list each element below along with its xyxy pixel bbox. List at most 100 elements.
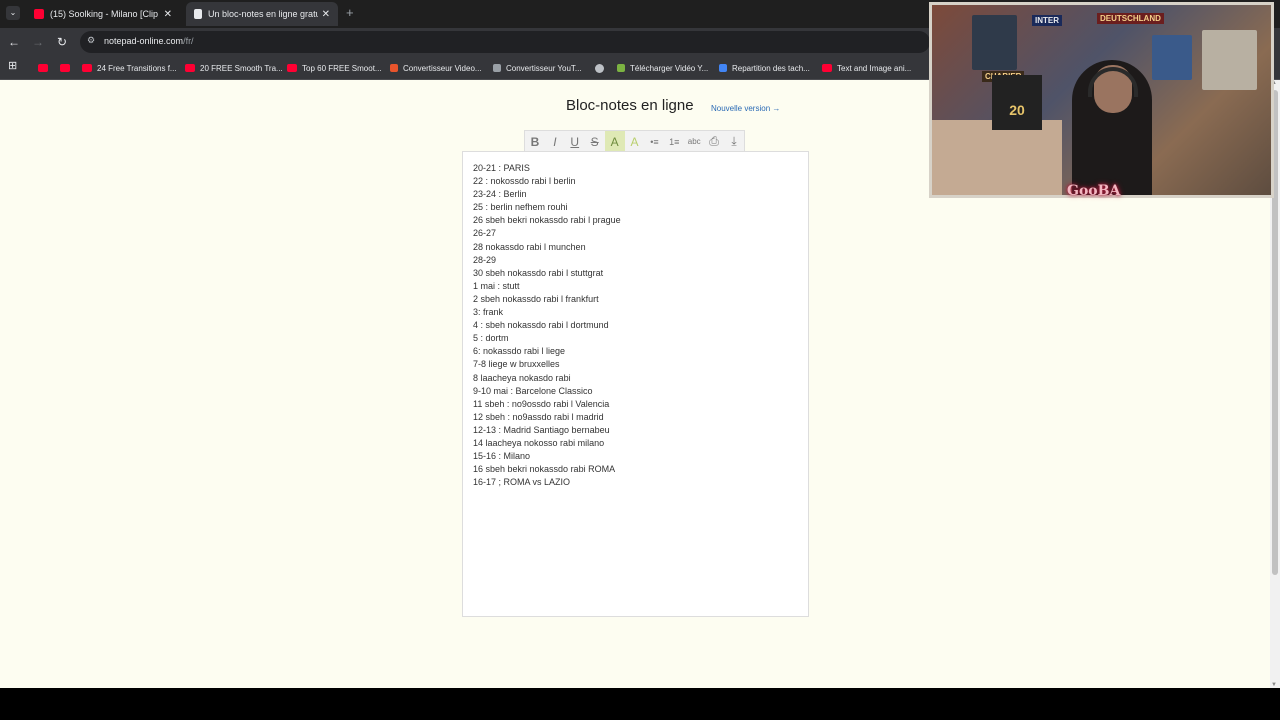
strikethrough-button[interactable]: S	[585, 131, 605, 152]
bookmark-label: Télécharger Vidéo Y...	[630, 63, 709, 73]
bookmark-item[interactable]: Repartition des tach...	[719, 61, 810, 75]
url-path: /fr/	[183, 36, 194, 46]
note-line[interactable]: 12 sbeh : no9assdo rabi l madrid	[473, 411, 621, 424]
bookmark-label: Repartition des tach...	[732, 63, 810, 73]
spellcheck-button[interactable]: abc	[684, 131, 704, 152]
globe-icon	[595, 63, 604, 73]
bookmark-label: Text and Image ani...	[837, 63, 912, 73]
wall-sign: DEUTSCHLAND	[1097, 13, 1164, 24]
highlight-button[interactable]: A	[604, 131, 625, 152]
back-button[interactable]: ←	[6, 34, 22, 50]
download-button[interactable]: ⤓	[724, 131, 744, 152]
docs-icon	[719, 64, 727, 72]
bold-button[interactable]: B	[525, 131, 545, 152]
text-color-button[interactable]: A	[625, 131, 645, 152]
url-host: notepad-online.com	[104, 36, 184, 46]
omnibox[interactable]: ⚙ notepad-online.com/fr/	[80, 31, 930, 53]
note-line[interactable]: 14 laacheya nokosso rabi milano	[473, 437, 621, 450]
site-info-icon[interactable]: ⚙	[87, 35, 95, 46]
note-line[interactable]: 6: nokassdo rabi l liege	[473, 345, 621, 358]
wall-sign: INTER	[1032, 15, 1062, 26]
bookmark-item[interactable]	[60, 61, 75, 75]
bookmark-item[interactable]: Top 60 FREE Smoot...	[287, 61, 382, 75]
page-title: Bloc-notes en ligne	[566, 97, 694, 114]
apps-grid-icon[interactable]: ⊞	[8, 60, 20, 72]
poster-image	[1152, 35, 1192, 80]
note-line[interactable]: 26 sbeh bekri nokassdo rabi l prague	[473, 214, 621, 227]
bookmark-item[interactable]: 20 FREE Smooth Tra...	[185, 61, 283, 75]
bookmark-label: Top 60 FREE Smoot...	[302, 63, 382, 73]
tab-notepad[interactable]: Un bloc-notes en ligne gratuit, pratique…	[186, 2, 338, 26]
note-line[interactable]: 4 : sbeh nokassdo rabi l dortmund	[473, 319, 621, 332]
youtube-icon	[38, 64, 48, 72]
notepad-editor[interactable]: 20-21 : PARIS 22 : nokossdo rabi l berlin…	[462, 151, 809, 617]
new-tab-button[interactable]: +	[346, 6, 354, 20]
poster-image	[972, 15, 1017, 70]
note-line[interactable]: 5 : dortm	[473, 332, 621, 345]
bookmark-item[interactable]: Convertisseur Video...	[390, 61, 482, 75]
youtube-icon	[287, 64, 297, 72]
streamer-name: GooBA	[1067, 183, 1121, 199]
bookmark-label: 24 Free Transitions f...	[97, 63, 177, 73]
bookmark-label: Convertisseur Video...	[403, 63, 482, 73]
bookmark-label: Convertisseur YouT...	[506, 63, 582, 73]
youtube-icon	[822, 64, 832, 72]
editor-text[interactable]: 20-21 : PARIS 22 : nokossdo rabi l berlin…	[473, 162, 621, 489]
note-line[interactable]: 16-17 ; ROMA vs LAZIO	[473, 476, 621, 489]
youtube-icon	[34, 9, 44, 19]
underline-button[interactable]: U	[565, 131, 585, 152]
note-line[interactable]: 26-27	[473, 227, 621, 240]
new-version-link[interactable]: Nouvelle version →	[711, 104, 780, 113]
couch	[932, 120, 1062, 195]
note-line[interactable]: 22 : nokossdo rabi l berlin	[473, 175, 621, 188]
jersey: 20	[992, 75, 1042, 130]
note-line[interactable]: 8 laacheya nokasdo rabi	[473, 372, 621, 385]
tab-search-icon[interactable]: ⌄	[6, 6, 20, 20]
converter-icon	[493, 64, 501, 72]
note-line[interactable]: 2 sbeh nokassdo rabi l frankfurt	[473, 293, 621, 306]
note-line[interactable]: 7-8 liege w bruxxelles	[473, 358, 621, 371]
note-line[interactable]: 15-16 : Milano	[473, 450, 621, 463]
poster-image	[1202, 30, 1257, 90]
youtube-icon	[185, 64, 195, 72]
close-icon[interactable]: ✕	[322, 9, 330, 20]
tab-title: (15) Soolking - Milano [Clip Officiel]	[50, 9, 160, 19]
note-line[interactable]: 28 nokassdo rabi l munchen	[473, 241, 621, 254]
note-line[interactable]: 30 sbeh nokassdo rabi l stuttgrat	[473, 267, 621, 280]
tab-youtube[interactable]: (15) Soolking - Milano [Clip Officiel] ✕	[26, 2, 180, 26]
bookmark-item[interactable]: Convertisseur YouT...	[493, 61, 582, 75]
bookmark-item[interactable]: 24 Free Transitions f...	[82, 61, 177, 75]
note-line[interactable]: 1 mai : stutt	[473, 280, 621, 293]
note-line[interactable]: 23-24 : Berlin	[473, 188, 621, 201]
youtube-icon	[82, 64, 92, 72]
bookmark-item[interactable]: Text and Image ani...	[822, 61, 911, 75]
download-icon	[617, 64, 625, 72]
note-line[interactable]: 28-29	[473, 254, 621, 267]
note-line[interactable]: 9-10 mai : Barcelone Classico	[473, 385, 621, 398]
print-button[interactable]: ⎙	[704, 131, 724, 152]
note-line[interactable]: 20-21 : PARIS	[473, 162, 621, 175]
youtube-icon	[60, 64, 70, 72]
webcam-frame: DEUTSCHLAND INTER CHABIER 20	[929, 2, 1274, 198]
url-text[interactable]: notepad-online.com/fr/	[104, 36, 194, 46]
note-line[interactable]: 25 : berlin nefhem rouhi	[473, 201, 621, 214]
note-line[interactable]: 16 sbeh bekri nokassdo rabi ROMA	[473, 463, 621, 476]
italic-button[interactable]: I	[545, 131, 565, 152]
z-icon	[390, 64, 398, 72]
bookmark-item[interactable]	[38, 61, 53, 75]
forward-button[interactable]: →	[30, 34, 46, 50]
close-icon[interactable]: ✕	[164, 9, 172, 20]
bookmark-label: 20 FREE Smooth Tra...	[200, 63, 283, 73]
editor-toolbar: B I U S A A •≡ 1≡ abc ⎙ ⤓	[524, 130, 745, 152]
bullet-list-button[interactable]: •≡	[644, 131, 664, 152]
note-line[interactable]: 11 sbeh : no9ossdo rabi l Valencia	[473, 398, 621, 411]
tab-title: Un bloc-notes en ligne gratuit, pratique	[208, 9, 318, 19]
webcam-overlay: DEUTSCHLAND INTER CHABIER 20	[919, 0, 1280, 210]
numbered-list-button[interactable]: 1≡	[664, 131, 684, 152]
note-line[interactable]: 12-13 : Madrid Santiago bernabeu	[473, 424, 621, 437]
bottom-black-bar	[0, 688, 1280, 720]
bookmark-item[interactable]	[595, 61, 609, 75]
note-line[interactable]: 3: frank	[473, 306, 621, 319]
bookmark-item[interactable]: Télécharger Vidéo Y...	[617, 61, 708, 75]
reload-button[interactable]: ↻	[54, 34, 70, 50]
